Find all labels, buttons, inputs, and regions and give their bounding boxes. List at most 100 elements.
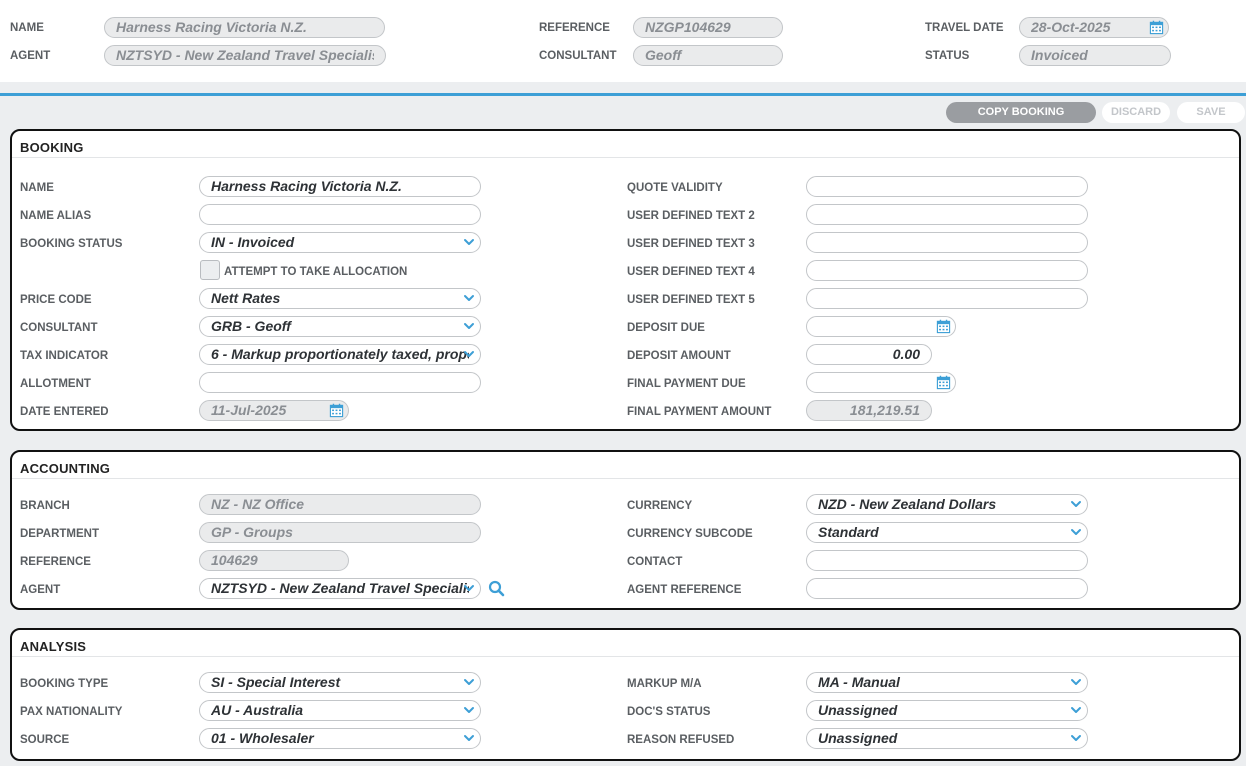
chevron-down-icon — [1070, 676, 1082, 688]
header-consultant-field: Geoff — [633, 45, 783, 66]
chevron-down-icon — [463, 292, 475, 304]
currency-subcode-select[interactable]: Standard — [806, 522, 1088, 543]
analysis-panel: ANALYSIS BOOKING TYPE SI - Special Inter… — [10, 628, 1241, 761]
header-agent-field: NZTSYD - New Zealand Travel Specialists — [104, 45, 386, 66]
booking-panel-title: BOOKING — [20, 140, 84, 155]
calendar-icon[interactable] — [936, 319, 951, 334]
attempt-allocation-checkbox[interactable] — [200, 260, 220, 280]
save-button[interactable]: SAVE — [1177, 102, 1245, 123]
calendar-icon[interactable] — [936, 375, 951, 390]
panel-divider — [12, 157, 1239, 158]
accounting-panel: ACCOUNTING BRANCH NZ - NZ Office DEPARTM… — [10, 450, 1241, 610]
date-entered-label: DATE ENTERED — [20, 406, 109, 418]
department-label: DEPARTMENT — [20, 528, 100, 540]
booking-header: NAME Harness Racing Victoria N.Z. AGENT … — [0, 0, 1246, 82]
booking-panel: BOOKING NAME Harness Racing Victoria N.Z… — [10, 129, 1241, 431]
source-select[interactable]: 01 - Wholesaler — [199, 728, 481, 749]
panel-divider — [12, 478, 1239, 479]
tax-indicator-label: TAX INDICATOR — [20, 350, 109, 362]
branch-label: BRANCH — [20, 500, 70, 512]
attempt-allocation-label: ATTEMPT TO TAKE ALLOCATION — [224, 266, 408, 278]
chevron-down-icon — [1070, 704, 1082, 716]
pax-nationality-select[interactable]: AU - Australia — [199, 700, 481, 721]
contact-input[interactable] — [806, 550, 1088, 571]
udt3-input[interactable] — [806, 232, 1088, 253]
currency-label: CURRENCY — [627, 500, 693, 512]
chevron-down-icon — [463, 348, 475, 360]
allotment-input[interactable] — [199, 372, 481, 393]
calendar-icon[interactable] — [329, 403, 344, 418]
header-name-field: Harness Racing Victoria N.Z. — [104, 17, 385, 38]
name-alias-input[interactable] — [199, 204, 481, 225]
chevron-down-icon — [1070, 732, 1082, 744]
booking-type-select[interactable]: SI - Special Interest — [199, 672, 481, 693]
allotment-label: ALLOTMENT — [20, 378, 91, 390]
quote-validity-input[interactable] — [806, 176, 1088, 197]
udt5-label: USER DEFINED TEXT 5 — [627, 294, 755, 306]
price-code-label: PRICE CODE — [20, 294, 92, 306]
deposit-amount-label: DEPOSIT AMOUNT — [627, 350, 731, 362]
copy-booking-button[interactable]: COPY BOOKING — [946, 102, 1096, 123]
contact-label: CONTACT — [627, 556, 683, 568]
accounting-reference-field: 104629 — [199, 550, 349, 571]
final-payment-amount-label: FINAL PAYMENT AMOUNT — [627, 406, 772, 418]
chevron-down-icon — [1070, 526, 1082, 538]
chevron-down-icon — [463, 676, 475, 688]
udt4-input[interactable] — [806, 260, 1088, 281]
udt2-label: USER DEFINED TEXT 2 — [627, 210, 755, 222]
booking-type-label: BOOKING TYPE — [20, 678, 109, 690]
header-reference-label: REFERENCE — [539, 22, 610, 34]
udt4-label: USER DEFINED TEXT 4 — [627, 266, 755, 278]
agent-reference-input[interactable] — [806, 578, 1088, 599]
name-label: NAME — [20, 182, 54, 194]
header-travel-date-field: 28-Oct-2025 — [1019, 17, 1169, 38]
name-alias-label: NAME ALIAS — [20, 210, 92, 222]
quote-validity-label: QUOTE VALIDITY — [627, 182, 723, 194]
analysis-panel-title: ANALYSIS — [20, 639, 87, 654]
currency-select[interactable]: NZD - New Zealand Dollars — [806, 494, 1088, 515]
pax-nationality-label: PAX NATIONALITY — [20, 706, 123, 718]
deposit-due-label: DEPOSIT DUE — [627, 322, 705, 334]
discard-button[interactable]: DISCARD — [1102, 102, 1170, 123]
panel-divider — [12, 656, 1239, 657]
markup-select[interactable]: MA - Manual — [806, 672, 1088, 693]
agent-reference-label: AGENT REFERENCE — [627, 584, 742, 596]
source-label: SOURCE — [20, 734, 70, 746]
name-input[interactable]: Harness Racing Victoria N.Z. — [199, 176, 481, 197]
header-status-field: Invoiced — [1019, 45, 1171, 66]
udt5-input[interactable] — [806, 288, 1088, 309]
header-status-label: STATUS — [925, 50, 970, 62]
reason-refused-select[interactable]: Unassigned — [806, 728, 1088, 749]
header-reference-field: NZGP104629 — [633, 17, 783, 38]
final-payment-due-input[interactable] — [806, 372, 956, 393]
chevron-down-icon — [463, 732, 475, 744]
branch-field: NZ - NZ Office — [199, 494, 481, 515]
udt2-input[interactable] — [806, 204, 1088, 225]
price-code-select[interactable]: Nett Rates — [199, 288, 481, 309]
chevron-down-icon — [463, 320, 475, 332]
chevron-down-icon — [1070, 498, 1082, 510]
accounting-reference-label: REFERENCE — [20, 556, 91, 568]
department-field: GP - Groups — [199, 522, 481, 543]
chevron-down-icon — [463, 704, 475, 716]
accounting-agent-label: AGENT — [20, 584, 61, 596]
udt3-label: USER DEFINED TEXT 3 — [627, 238, 755, 250]
date-entered-field: 11-Jul-2025 — [199, 400, 349, 421]
deposit-due-input[interactable] — [806, 316, 956, 337]
consultant-label: CONSULTANT — [20, 322, 98, 334]
agent-select[interactable]: NZTSYD - New Zealand Travel Specialists — [199, 578, 481, 599]
booking-status-label: BOOKING STATUS — [20, 238, 123, 250]
tax-indicator-select[interactable]: 6 - Markup proportionately taxed, propor… — [199, 344, 481, 365]
header-travel-date-label: TRAVEL DATE — [925, 22, 1004, 34]
chevron-down-icon — [463, 582, 475, 594]
accounting-panel-title: ACCOUNTING — [20, 461, 111, 476]
accent-divider — [0, 93, 1246, 96]
deposit-amount-input[interactable]: 0.00 — [806, 344, 932, 365]
consultant-select[interactable]: GRB - Geoff — [199, 316, 481, 337]
booking-status-select[interactable]: IN - Invoiced — [199, 232, 481, 253]
markup-label: MARKUP M/A — [627, 678, 702, 690]
search-icon[interactable] — [488, 580, 505, 597]
docs-status-select[interactable]: Unassigned — [806, 700, 1088, 721]
calendar-icon[interactable] — [1149, 20, 1164, 35]
header-agent-label: AGENT — [10, 50, 51, 62]
